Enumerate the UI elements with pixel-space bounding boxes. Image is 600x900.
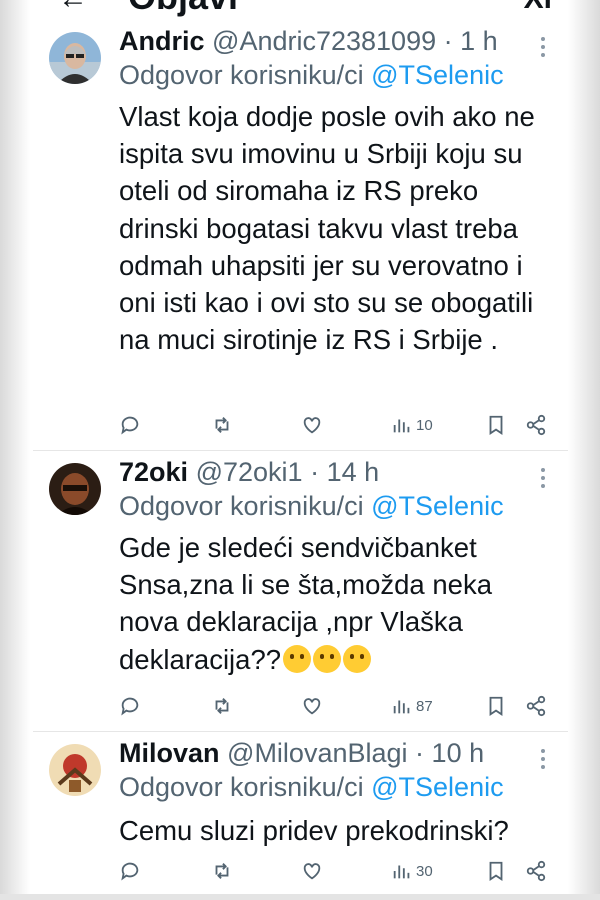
- reply-prefix: Odgovor korisniku/ci: [119, 491, 364, 521]
- display-name[interactable]: Andric: [119, 26, 205, 56]
- tweet-header: Andric @Andric72381099 · 1 h: [119, 26, 498, 57]
- share-icon: [525, 414, 547, 436]
- user-handle[interactable]: @Andric72381099: [212, 26, 436, 56]
- more-vertical-icon[interactable]: [540, 467, 546, 489]
- bookmark-button[interactable]: [485, 412, 507, 438]
- reply-icon: [119, 860, 141, 882]
- timestamp[interactable]: 10 h: [432, 738, 485, 768]
- reply-mention-link[interactable]: @TSelenic: [371, 60, 503, 90]
- share-button[interactable]: [525, 412, 547, 438]
- more-vertical-icon[interactable]: [540, 36, 546, 58]
- avatar[interactable]: [49, 744, 101, 796]
- rolling-laughing-emoji: [343, 644, 372, 673]
- retweet-icon: [211, 414, 233, 436]
- tweet-text: Cemu sluzi pridev prekodrinski?: [119, 815, 509, 846]
- retweet-icon: [211, 695, 233, 717]
- top-bar: ← Objavi Xi: [0, 0, 600, 20]
- tweet-card[interactable]: 72oki @72oki1 · 14 h Odgovor korisniku/c…: [33, 451, 568, 731]
- reply-context: Odgovor korisniku/ci @TSelenic: [119, 60, 504, 91]
- right-edge-shadow: [568, 0, 600, 900]
- avatar[interactable]: [49, 463, 101, 515]
- grinning-face-emoji: [313, 644, 342, 673]
- like-button[interactable]: [301, 858, 323, 884]
- bookmark-button[interactable]: [485, 693, 507, 719]
- reply-mention-link[interactable]: @TSelenic: [371, 491, 503, 521]
- bookmark-button[interactable]: [485, 858, 507, 884]
- avatar[interactable]: [49, 32, 101, 84]
- bookmark-icon: [485, 414, 507, 436]
- tweet-card[interactable]: Andric @Andric72381099 · 1 h Odgovor kor…: [33, 22, 568, 450]
- user-handle[interactable]: @72oki1: [196, 457, 303, 487]
- tweet-header: 72oki @72oki1 · 14 h: [119, 457, 379, 488]
- like-icon: [301, 860, 323, 882]
- views-count: 30: [416, 862, 433, 880]
- separator-dot: ·: [415, 738, 425, 768]
- views-button[interactable]: 87: [391, 693, 433, 719]
- timestamp[interactable]: 14 h: [327, 457, 380, 487]
- reply-context: Odgovor korisniku/ci @TSelenic: [119, 772, 504, 803]
- tweet-text: Gde je sledeći sendvičbanket Snsa,zna li…: [119, 529, 549, 678]
- retweet-button[interactable]: [211, 693, 233, 719]
- display-name[interactable]: 72oki: [119, 457, 188, 487]
- thinking-face-emoji: [283, 644, 312, 673]
- timestamp[interactable]: 1 h: [460, 26, 498, 56]
- like-button[interactable]: [301, 412, 323, 438]
- separator-dot: ·: [443, 26, 453, 56]
- close-icon[interactable]: Xi: [524, 0, 552, 16]
- reply-mention-link[interactable]: @TSelenic: [371, 772, 503, 802]
- share-button[interactable]: [525, 693, 547, 719]
- tweet-actions: 87: [119, 693, 569, 719]
- views-icon: [391, 695, 413, 717]
- like-icon: [301, 695, 323, 717]
- share-icon: [525, 695, 547, 717]
- more-vertical-icon[interactable]: [540, 748, 546, 770]
- reply-button[interactable]: [119, 858, 141, 884]
- like-icon: [301, 414, 323, 436]
- retweet-icon: [211, 860, 233, 882]
- reply-button[interactable]: [119, 412, 141, 438]
- views-icon: [391, 860, 413, 882]
- reply-context: Odgovor korisniku/ci @TSelenic: [119, 491, 504, 522]
- tweet-card[interactable]: Milovan @MilovanBlagi · 10 h Odgovor kor…: [33, 732, 568, 894]
- user-handle[interactable]: @MilovanBlagi: [227, 738, 407, 768]
- retweet-button[interactable]: [211, 858, 233, 884]
- views-button[interactable]: 10: [391, 412, 433, 438]
- bookmark-icon: [485, 695, 507, 717]
- back-icon[interactable]: ←: [58, 0, 88, 16]
- views-count: 10: [416, 416, 433, 434]
- tweet-header: Milovan @MilovanBlagi · 10 h: [119, 738, 484, 769]
- reply-icon: [119, 414, 141, 436]
- reply-prefix: Odgovor korisniku/ci: [119, 772, 364, 802]
- tweet-text: Vlast koja dodje posle ovih ako ne ispit…: [119, 101, 535, 356]
- share-icon: [525, 860, 547, 882]
- page-title: Objavi: [128, 0, 238, 18]
- share-button[interactable]: [525, 858, 547, 884]
- views-icon: [391, 414, 413, 436]
- bookmark-icon: [485, 860, 507, 882]
- reply-prefix: Odgovor korisniku/ci: [119, 60, 364, 90]
- reply-button[interactable]: [119, 693, 141, 719]
- bottom-edge: [0, 894, 600, 900]
- tweet-actions: 10: [119, 412, 569, 438]
- views-count: 87: [416, 697, 433, 715]
- separator-dot: ·: [310, 457, 320, 487]
- views-button[interactable]: 30: [391, 858, 433, 884]
- retweet-button[interactable]: [211, 412, 233, 438]
- display-name[interactable]: Milovan: [119, 738, 220, 768]
- tweet-actions: 30: [119, 858, 569, 884]
- left-edge-shadow: [0, 0, 30, 900]
- reply-icon: [119, 695, 141, 717]
- like-button[interactable]: [301, 693, 323, 719]
